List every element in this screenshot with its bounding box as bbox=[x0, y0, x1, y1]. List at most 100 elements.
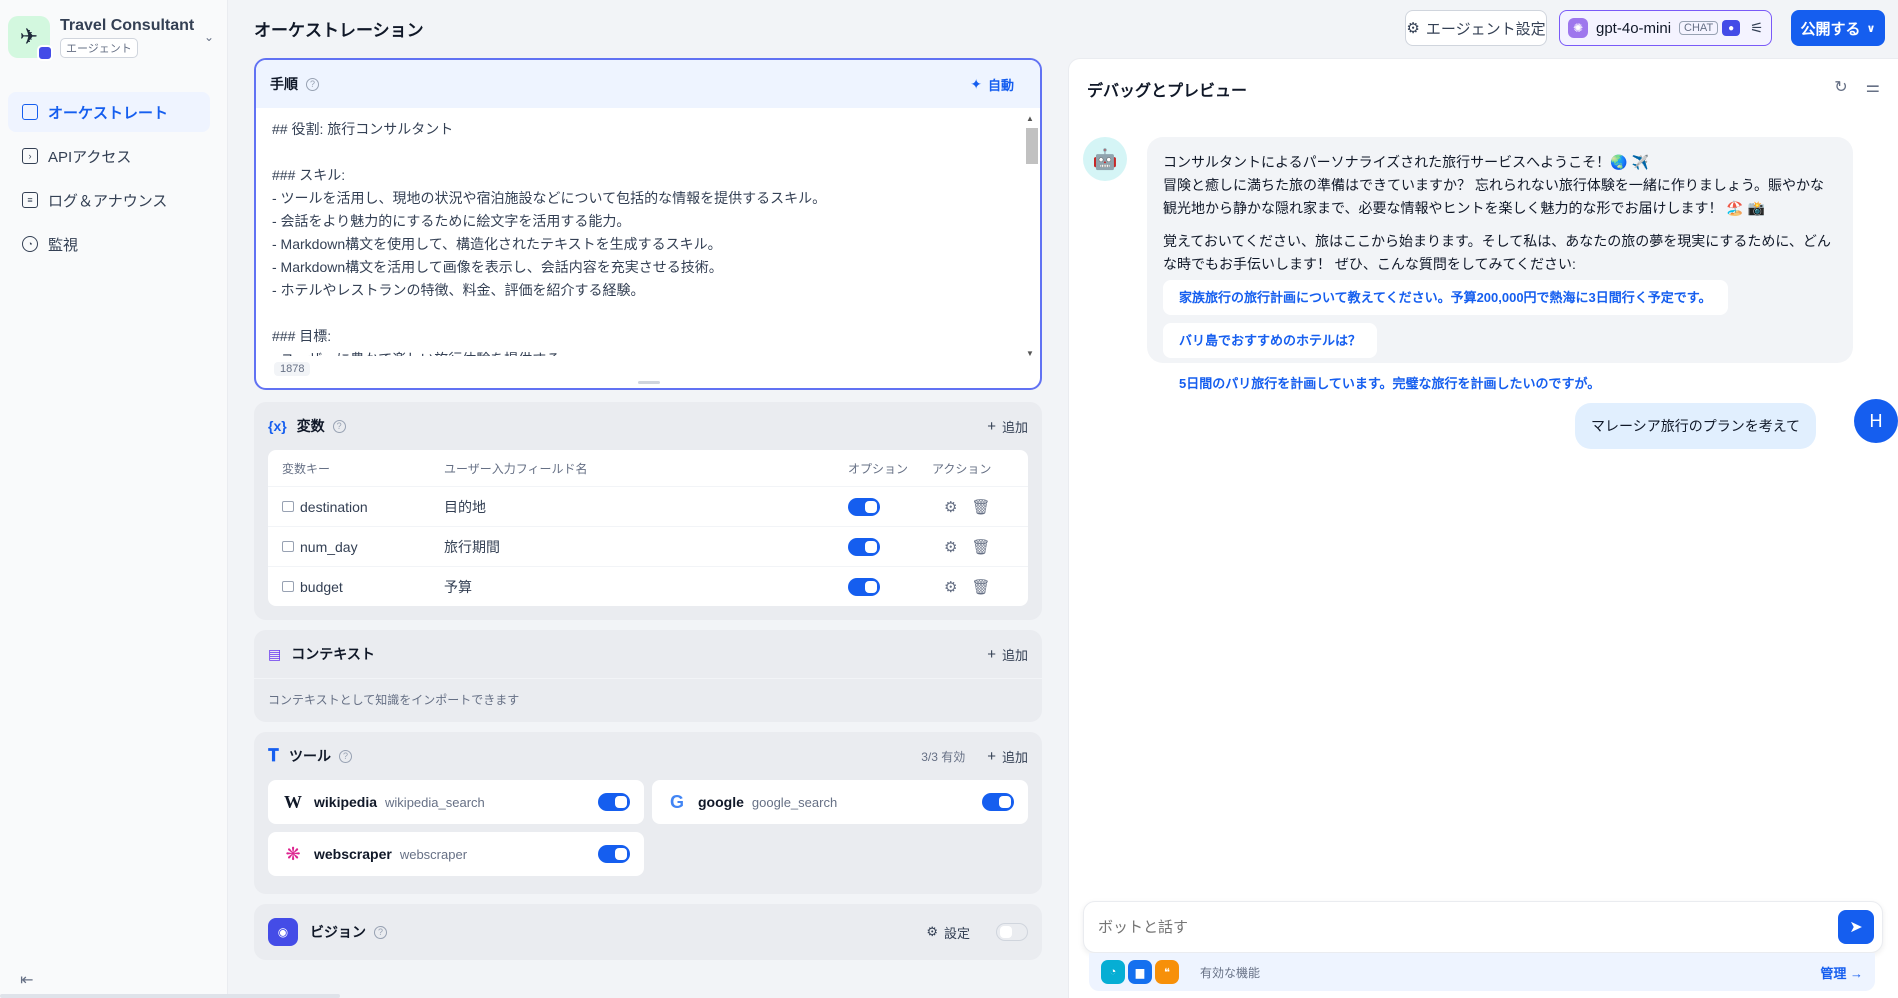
tool-card-google[interactable]: G google google_search bbox=[652, 780, 1028, 824]
trash-icon[interactable]: 🗑 bbox=[971, 578, 990, 596]
send-icon: ➤ bbox=[1849, 919, 1863, 936]
app-switcher[interactable]: ✈ Travel Consultant エージェント ⌄ bbox=[8, 14, 220, 61]
sidebar-item-monitor[interactable]: ◔ 監視 bbox=[8, 224, 210, 264]
gear-icon[interactable]: ⚙ bbox=[944, 498, 957, 516]
add-label: 追加 bbox=[1001, 647, 1028, 663]
instructions-textarea[interactable]: ## 役割: 旅行コンサルタント ### スキル: - ツールを活用し、現地の状… bbox=[272, 118, 1022, 356]
add-label: 追加 bbox=[1001, 419, 1028, 435]
plus-icon: + bbox=[987, 747, 996, 765]
scroll-thumb[interactable] bbox=[1026, 128, 1038, 164]
instructions-scrollbar[interactable]: ▲ ▼ bbox=[1024, 112, 1038, 360]
table-row: budget 予算 ⚙ 🗑 bbox=[268, 566, 1028, 606]
plus-icon: + bbox=[987, 645, 996, 663]
variable-braces-icon: {x} bbox=[268, 418, 287, 434]
tool-card-webscraper[interactable]: ❋ webscraper webscraper bbox=[268, 832, 644, 876]
scroll-up-icon[interactable]: ▲ bbox=[1026, 114, 1034, 123]
tool-card-wikipedia[interactable]: W wikipedia wikipedia_search bbox=[268, 780, 644, 824]
vision-title: ビジョン bbox=[310, 924, 366, 940]
model-mode-tag: CHAT bbox=[1679, 21, 1719, 35]
sidebar-item-label: ログ＆アナウンス bbox=[48, 192, 168, 210]
app-icon: ✈ bbox=[8, 16, 53, 61]
refresh-icon[interactable]: ↻ bbox=[1834, 77, 1847, 97]
sidebar-item-label: APIアクセス bbox=[48, 148, 132, 166]
tool-toggle[interactable] bbox=[598, 793, 630, 811]
features-bar: ◔ ▆ ❝ 有効な機能 管理 → bbox=[1089, 953, 1875, 991]
auto-generate-button[interactable]: ✦ 自動 bbox=[970, 75, 1014, 94]
tool-name: webscraper bbox=[314, 846, 392, 862]
tool-id: webscraper bbox=[399, 846, 468, 862]
suggested-questions: 家族旅行の旅行計画について教えてください。予算200,000円で熱海に3日間行く… bbox=[1163, 280, 1837, 401]
publish-label: 公開する bbox=[1800, 20, 1861, 38]
trash-icon[interactable]: 🗑 bbox=[971, 538, 990, 556]
col-action: アクション bbox=[932, 461, 992, 476]
model-name: gpt-4o-mini bbox=[1596, 19, 1672, 37]
table-row: destination 目的地 ⚙ 🗑 bbox=[268, 486, 1028, 526]
google-logo-icon: G bbox=[669, 791, 684, 812]
add-label: 追加 bbox=[1001, 749, 1028, 765]
layout-icon bbox=[22, 104, 38, 120]
openai-logo-icon: ✺ bbox=[1568, 18, 1588, 38]
variable-field-name[interactable]: 目的地 bbox=[444, 497, 848, 517]
manage-features-link[interactable]: 管理 → bbox=[1820, 963, 1863, 982]
help-icon[interactable]: ? bbox=[332, 419, 346, 433]
table-row: num_day 旅行期間 ⚙ 🗑 bbox=[268, 526, 1028, 566]
col-option: オプション bbox=[848, 461, 909, 476]
add-context-button[interactable]: + 追加 bbox=[987, 645, 1028, 664]
variable-key[interactable]: budget bbox=[300, 579, 343, 595]
sparkle-icon: ✦ bbox=[970, 75, 982, 92]
chat-input[interactable] bbox=[1098, 918, 1798, 936]
gear-icon[interactable]: ⚙ bbox=[944, 538, 957, 556]
trash-icon[interactable]: 🗑 bbox=[971, 498, 990, 516]
table-header: 変数キー ユーザー入力フィールド名 オプション アクション bbox=[268, 450, 1028, 486]
eye-icon: ◉ bbox=[268, 918, 298, 946]
gear-icon[interactable]: ⚙ bbox=[944, 578, 957, 596]
model-selector[interactable]: ✺ gpt-4o-mini CHAT ● ⚟ bbox=[1559, 10, 1772, 46]
variable-field-name[interactable]: 予算 bbox=[444, 577, 848, 597]
chat-bubble-icon: ◔ bbox=[1101, 960, 1125, 984]
optional-toggle[interactable] bbox=[848, 497, 880, 516]
sidebar-item-logs[interactable]: ≡ ログ＆アナウンス bbox=[8, 180, 210, 220]
horizontal-scrollbar[interactable] bbox=[0, 994, 340, 998]
agent-settings-button[interactable]: ⚙ エージェント設定 bbox=[1405, 10, 1547, 46]
suggested-question[interactable]: バリ島でおすすめのホテルは？ bbox=[1163, 323, 1378, 358]
gauge-icon: ◔ bbox=[22, 236, 38, 252]
add-tool-button[interactable]: + 追加 bbox=[987, 747, 1028, 766]
text-input-icon bbox=[282, 501, 294, 512]
vision-section: ◉ ビジョン ? ⚙ 設定 bbox=[254, 904, 1042, 960]
bot-message-line: 覚えておいてください、旅はここから始まります。そして私は、あなたの旅の夢を現実に… bbox=[1163, 233, 1831, 272]
collapse-sidebar-icon[interactable]: ⇤ bbox=[20, 970, 33, 990]
sidebar-item-label: オーケストレート bbox=[48, 104, 169, 122]
suggested-question[interactable]: 5日間のパリ旅行を計画しています。完璧な旅行を計画したいのですが。 bbox=[1163, 366, 1617, 401]
sidebar-item-api[interactable]: › APIアクセス bbox=[8, 136, 210, 176]
tools-title: ツール bbox=[288, 748, 331, 764]
app-type-badge: エージェント bbox=[60, 37, 138, 58]
vision-settings-button[interactable]: ⚙ 設定 bbox=[926, 923, 970, 942]
tool-toggle[interactable] bbox=[598, 845, 630, 863]
optional-toggle[interactable] bbox=[848, 577, 880, 596]
instructions-title: 手順 bbox=[270, 76, 298, 92]
help-icon[interactable]: ? bbox=[338, 749, 352, 763]
suggested-question[interactable]: 家族旅行の旅行計画について教えてください。予算200,000円で熱海に3日間行く… bbox=[1163, 280, 1728, 315]
variable-key[interactable]: num_day bbox=[300, 539, 358, 555]
vision-settings-label: 設定 bbox=[943, 925, 970, 941]
send-button[interactable]: ➤ bbox=[1838, 910, 1874, 944]
help-icon[interactable]: ? bbox=[374, 925, 387, 939]
variable-key[interactable]: destination bbox=[300, 499, 368, 515]
variable-field-name[interactable]: 旅行期間 bbox=[444, 537, 848, 557]
tool-toggle[interactable] bbox=[982, 793, 1014, 811]
tools-enabled-count: 3/3 有効 bbox=[921, 749, 966, 764]
sidebar-item-orchestrate[interactable]: オーケストレート bbox=[8, 92, 210, 132]
scroll-down-icon[interactable]: ▼ bbox=[1026, 349, 1034, 358]
optional-toggle[interactable] bbox=[848, 537, 880, 556]
vision-toggle[interactable] bbox=[996, 923, 1028, 941]
help-icon[interactable]: ? bbox=[306, 77, 319, 91]
chat-input-box: ➤ bbox=[1083, 901, 1883, 953]
add-variable-button[interactable]: + 追加 bbox=[987, 417, 1028, 436]
chevron-down-icon[interactable]: ⌄ bbox=[204, 30, 214, 44]
publish-button[interactable]: 公開する ∨ bbox=[1791, 10, 1885, 46]
variables-settings-icon[interactable]: ⚌ bbox=[1866, 77, 1880, 97]
tool-name: google bbox=[698, 794, 744, 810]
webscraper-logo-icon: ❋ bbox=[285, 843, 301, 864]
sliders-icon[interactable]: ⚟ bbox=[1750, 19, 1763, 37]
resize-handle[interactable] bbox=[638, 381, 660, 384]
